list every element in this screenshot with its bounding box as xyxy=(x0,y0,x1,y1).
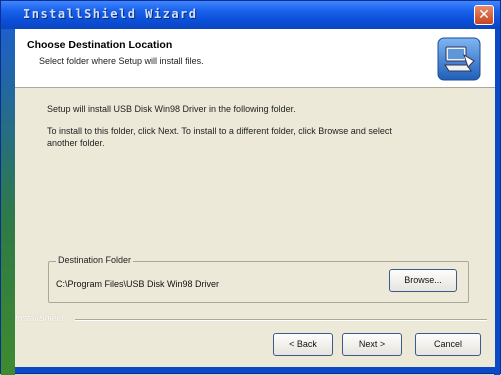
window-title: InstallShield Wizard xyxy=(23,7,198,21)
page-subtitle: Select folder where Setup will install f… xyxy=(39,56,204,66)
title-bar[interactable]: InstallShield Wizard ✕ xyxy=(1,1,500,29)
destination-folder-path: C:\Program Files\USB Disk Win98 Driver xyxy=(56,279,220,289)
wizard-header: Choose Destination Location Select folde… xyxy=(15,29,495,88)
instruction-text-line2: another folder. xyxy=(47,138,105,148)
setup-computer-icon xyxy=(437,37,481,81)
browse-button[interactable]: Browse... xyxy=(389,269,457,292)
close-icon: ✕ xyxy=(478,7,490,23)
back-button[interactable]: < Back xyxy=(273,333,333,356)
next-button[interactable]: Next > xyxy=(342,333,402,356)
dialog-client-area: Choose Destination Location Select folde… xyxy=(15,29,495,367)
instruction-text-line1: To install to this folder, click Next. T… xyxy=(47,126,392,136)
installshield-brand: InstallShield xyxy=(15,313,64,323)
page-title: Choose Destination Location xyxy=(27,39,173,51)
footer-divider xyxy=(75,319,487,321)
close-button[interactable]: ✕ xyxy=(474,5,494,25)
cancel-button[interactable]: Cancel xyxy=(415,333,481,356)
destination-folder-label: Destination Folder xyxy=(56,255,134,265)
installer-window: InstallShield Wizard ✕ Choose Destinatio… xyxy=(0,0,501,375)
desktop-background-strip xyxy=(1,29,15,375)
install-info-text: Setup will install USB Disk Win98 Driver… xyxy=(47,104,296,114)
